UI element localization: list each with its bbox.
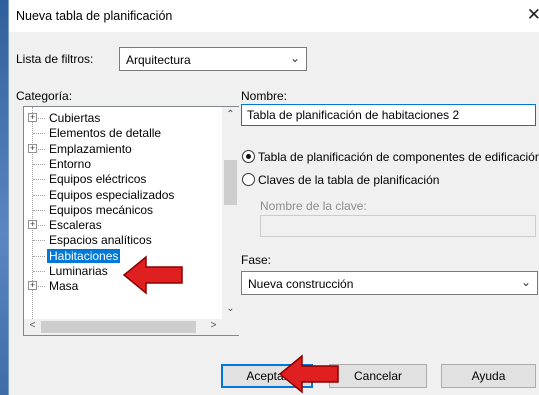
tree-item[interactable]: Escaleras xyxy=(49,217,102,233)
tree-connector-line xyxy=(33,194,45,196)
tree-item-label: Equipos eléctricos xyxy=(49,172,147,187)
tree-connector-line xyxy=(33,133,45,135)
tree-connector-line xyxy=(33,209,45,211)
expand-plus-icon[interactable]: + xyxy=(28,113,37,122)
tree-connector-line xyxy=(33,255,45,257)
chevron-down-icon: ⌄ xyxy=(520,275,531,289)
tree-connector-line xyxy=(33,179,45,181)
help-button[interactable]: Ayuda xyxy=(441,364,536,388)
tree-connector-line xyxy=(33,271,45,272)
filter-list-value: Arquitectura xyxy=(126,53,191,67)
tree-connector-line xyxy=(33,163,45,165)
tree-item[interactable]: Cubiertas xyxy=(49,110,100,126)
tree-item[interactable]: Elementos de detalle xyxy=(49,125,161,141)
category-label: Categoría: xyxy=(16,89,73,103)
expand-plus-icon[interactable]: + xyxy=(28,281,37,291)
scroll-left-icon[interactable]: < xyxy=(24,320,41,331)
name-label: Nombre: xyxy=(241,89,288,103)
key-name-label: Nombre de la clave: xyxy=(260,199,367,213)
expand-plus-icon[interactable]: + xyxy=(28,143,37,153)
phase-value: Nueva construcción xyxy=(248,277,354,291)
scroll-down-icon[interactable]: ⌄ xyxy=(222,303,239,314)
phase-label: Fase: xyxy=(241,253,272,267)
tree-item-label: Equipos mecánicos xyxy=(49,202,154,217)
close-icon[interactable]: ✕ xyxy=(527,5,539,25)
filter-list-label: Lista de filtros: xyxy=(16,52,94,66)
tree-item[interactable]: Espacios analíticos xyxy=(49,232,152,248)
scroll-corner xyxy=(222,319,239,335)
tree-item-label: Espacios analíticos xyxy=(49,233,152,248)
tree-item-label: Luminarias xyxy=(49,264,108,278)
name-input[interactable]: Tabla de planificación de habitaciones 2 xyxy=(241,104,536,126)
phase-dropdown[interactable]: Nueva construcción ⌄ xyxy=(241,271,538,295)
new-schedule-dialog: Nueva tabla de planificación ✕ Lista de … xyxy=(8,0,539,395)
tree-item-label: Escaleras xyxy=(49,218,102,233)
tree-connector-line xyxy=(33,240,45,242)
dialog-title: Nueva tabla de planificación xyxy=(16,9,173,23)
scroll-up-icon[interactable]: ⌃ xyxy=(222,109,239,120)
tree-item[interactable]: Emplazamiento xyxy=(49,141,132,157)
title-bar: Nueva tabla de planificación ✕ xyxy=(9,0,539,32)
tree-item-label: Equipos especializados xyxy=(49,187,175,202)
radio-components-label[interactable]: Tabla de planificación de componentes de… xyxy=(258,150,539,164)
scroll-thumb-horizontal[interactable] xyxy=(41,321,196,333)
tree-item[interactable]: Equipos eléctricos xyxy=(49,171,146,187)
scroll-thumb[interactable] xyxy=(224,160,237,205)
key-name-input xyxy=(260,215,536,237)
tree-item-label: Masa xyxy=(49,279,79,294)
ok-button[interactable]: Aceptar xyxy=(221,364,313,388)
scroll-right-icon[interactable]: > xyxy=(205,320,222,331)
tree-item[interactable]: Equipos especializados xyxy=(49,187,174,203)
tree-horizontal-scrollbar[interactable]: < > xyxy=(24,319,222,335)
tree-item[interactable]: Equipos mecánicos xyxy=(49,202,153,218)
radio-components[interactable] xyxy=(242,150,255,163)
tree-item[interactable]: Entorno xyxy=(49,156,91,172)
tree-item-label: Cubiertas xyxy=(49,111,101,125)
tree-item[interactable]: Luminarias xyxy=(49,263,108,279)
filter-list-dropdown[interactable]: Arquitectura ⌄ xyxy=(119,47,307,71)
tree-item[interactable]: Habitaciones xyxy=(47,248,121,264)
cancel-button[interactable]: Cancelar xyxy=(329,364,427,388)
radio-schedule-keys[interactable] xyxy=(242,173,255,186)
tree-item-label: Emplazamiento xyxy=(49,141,132,156)
chevron-down-icon: ⌄ xyxy=(289,51,300,65)
tree-item-label: Entorno xyxy=(49,156,92,171)
tree-item-label: Elementos de detalle xyxy=(49,126,162,141)
tree-item[interactable]: Masa xyxy=(49,278,78,294)
expand-plus-icon[interactable]: + xyxy=(28,220,37,230)
radio-schedule-keys-label[interactable]: Claves de la tabla de planificación xyxy=(258,173,439,187)
tree-item-label: Habitaciones xyxy=(47,248,121,263)
tree-vertical-scrollbar[interactable]: ⌃ ⌄ xyxy=(222,107,239,319)
category-tree[interactable]: ⌃ ⌄ < > + Cubiertas Elementos de detalle + E… xyxy=(23,106,239,336)
